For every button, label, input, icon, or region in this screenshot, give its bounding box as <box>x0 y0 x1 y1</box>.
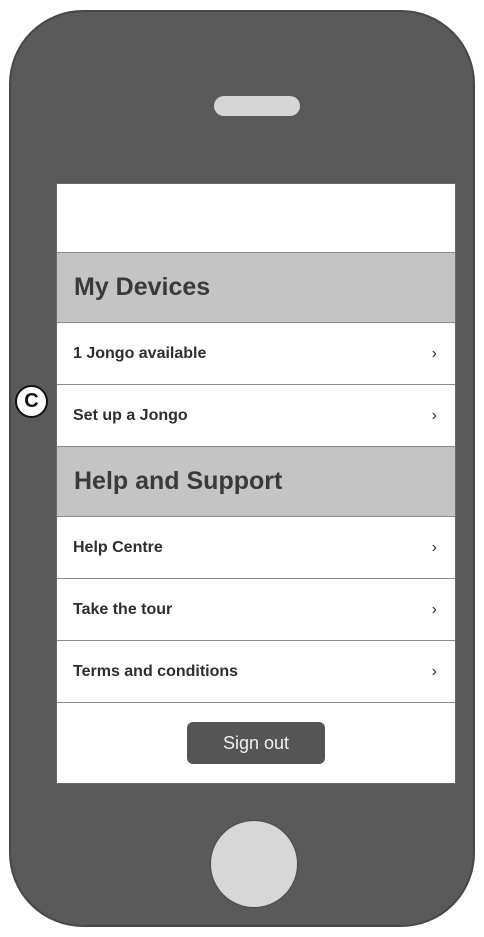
section-header-help-support: Help and Support <box>57 447 455 517</box>
chevron-right-icon: › <box>431 600 437 618</box>
sign-out-area: Sign out <box>57 703 455 783</box>
list-item-set-up-jongo[interactable]: Set up a Jongo › <box>57 385 455 447</box>
section-header-my-devices: My Devices <box>57 253 455 323</box>
section-title: Help and Support <box>74 467 283 495</box>
app-screen: My Devices 1 Jongo available › Set up a … <box>56 183 456 784</box>
list-item-take-tour[interactable]: Take the tour › <box>57 579 455 641</box>
list-item-terms[interactable]: Terms and conditions › <box>57 641 455 703</box>
sign-out-button[interactable]: Sign out <box>187 722 325 764</box>
chevron-right-icon: › <box>431 538 437 556</box>
list-item-label: Set up a Jongo <box>73 406 188 424</box>
list-item-label: Terms and conditions <box>73 662 239 680</box>
phone-frame: My Devices 1 Jongo available › Set up a … <box>9 10 475 927</box>
section-title: My Devices <box>74 273 211 301</box>
list-item-label: 1 Jongo available <box>73 344 207 362</box>
chevron-right-icon: › <box>431 662 437 680</box>
top-bar <box>57 184 455 253</box>
annotation-callout-c: C <box>15 385 48 418</box>
list-item-jongo-available[interactable]: 1 Jongo available › <box>57 323 455 385</box>
list-item-help-centre[interactable]: Help Centre › <box>57 517 455 579</box>
list-item-label: Help Centre <box>73 538 163 556</box>
chevron-right-icon: › <box>431 344 437 362</box>
chevron-right-icon: › <box>431 406 437 424</box>
list-item-label: Take the tour <box>73 600 173 618</box>
speaker-slot <box>214 96 300 116</box>
home-button[interactable] <box>210 820 298 908</box>
